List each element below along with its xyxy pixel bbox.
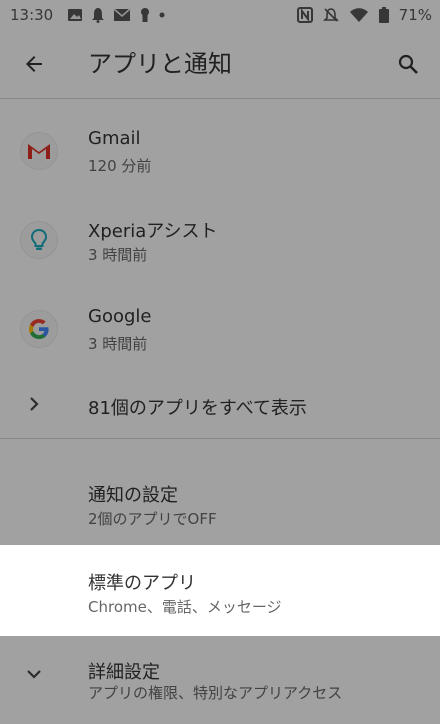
google-icon [20,310,58,348]
page-title: アプリと通知 [88,50,232,78]
app-last-used: 3 時間前 [88,335,148,353]
default-apps-item[interactable]: 標準のアプリ Chrome、電話、メッセージ [0,545,440,636]
mail-icon [113,8,131,22]
setting-subtitle: アプリの権限、特別なアプリアクセス [88,684,343,702]
bell-icon [91,7,105,23]
status-bar: 13:30 71% [0,0,440,30]
setting-title: 標準のアプリ [88,573,196,594]
setting-title: 詳細設定 [88,662,160,683]
arrow-back-icon [22,52,46,76]
keyhole-icon [139,7,151,23]
back-button[interactable] [18,48,50,80]
chevron-down-icon [24,664,44,684]
gmail-icon [20,132,58,170]
see-all-apps-row[interactable]: 81個のアプリをすべて表示 [0,370,440,440]
recent-app-google[interactable]: Google 3 時間前 [0,284,440,373]
recent-app-xperia-assist[interactable]: Xperiaアシスト 3 時間前 [0,195,440,284]
dot-icon [159,12,165,18]
battery-icon [378,7,389,23]
status-right: 71% [296,0,432,30]
setting-subtitle: Chrome、電話、メッセージ [88,598,282,616]
notification-settings-item[interactable]: 通知の設定 2個のアプリでOFF [0,457,440,545]
setting-title: 通知の設定 [88,485,178,506]
app-last-used: 3 時間前 [88,246,148,264]
image-icon [67,8,83,22]
app-name: Xperiaアシスト [88,221,218,242]
see-all-apps-label: 81個のアプリをすべて表示 [88,398,307,419]
battery-percent: 71% [398,6,432,24]
advanced-settings-item[interactable]: 詳細設定 アプリの権限、特別なアプリアクセス [0,636,440,724]
app-last-used: 120 分前 [88,157,152,175]
app-bar: アプリと通知 [0,30,440,99]
chevron-right-icon [24,394,44,414]
status-time: 13:30 [10,6,54,24]
status-notification-icons [67,7,165,23]
setting-subtitle: 2個のアプリでOFF [88,510,217,528]
wifi-icon [349,7,369,23]
nfc-icon [296,7,313,23]
app-name: Gmail [88,128,141,149]
screen: 13:30 71% アプリと通知 Gmail 120 分前 Xperiaアシスト… [0,0,440,724]
search-button[interactable] [392,48,424,80]
mute-bell-icon [322,7,339,23]
search-icon [396,52,420,76]
divider [0,438,440,439]
lightbulb-icon [20,221,58,259]
recent-app-gmail[interactable]: Gmail 120 分前 [0,106,440,195]
app-name: Google [88,306,152,327]
